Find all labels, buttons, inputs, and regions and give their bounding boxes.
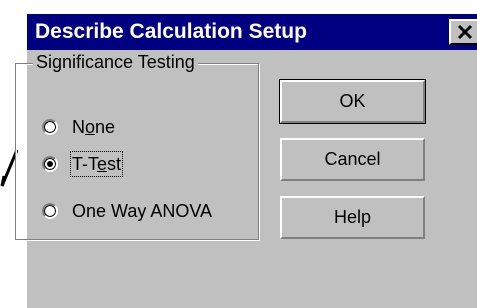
radio-none-label[interactable]: None: [72, 116, 115, 138]
radio-none[interactable]: None: [42, 114, 115, 140]
radio-one-way-anova-label[interactable]: One Way ANOVA: [72, 200, 212, 222]
close-button[interactable]: [449, 19, 477, 45]
group-label: Significance Testing: [33, 50, 198, 74]
radio-one-way-anova-circle[interactable]: [42, 203, 58, 219]
window-title: Describe Calculation Setup: [35, 20, 307, 43]
radio-t-test-label[interactable]: T-Test: [69, 151, 124, 177]
cancel-button[interactable]: Cancel: [280, 138, 425, 181]
radio-one-way-anova[interactable]: One Way ANOVA: [42, 198, 212, 224]
radio-none-circle[interactable]: [42, 119, 58, 135]
radio-t-test-circle[interactable]: [42, 156, 58, 172]
close-icon: [457, 24, 473, 40]
radio-t-test[interactable]: T-Test: [42, 151, 124, 177]
title-bar: Describe Calculation Setup: [27, 14, 477, 50]
help-button[interactable]: Help: [280, 196, 425, 239]
ok-button[interactable]: OK: [279, 79, 426, 124]
